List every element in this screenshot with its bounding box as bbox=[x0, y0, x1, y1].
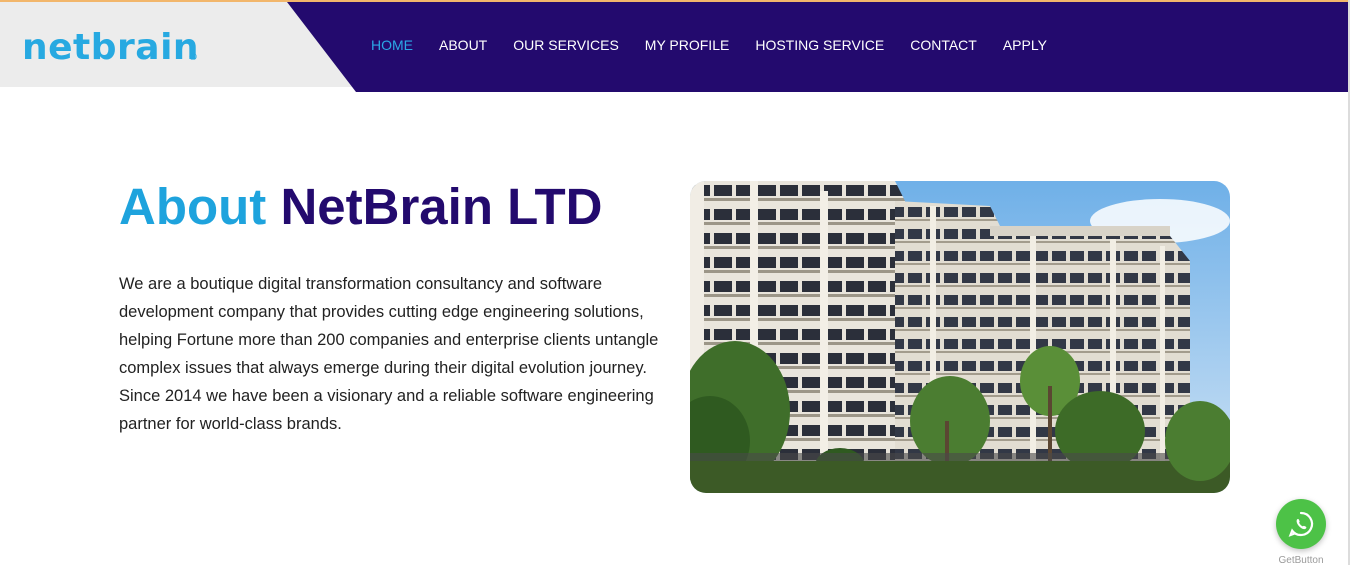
whatsapp-caption: GetButton bbox=[1278, 555, 1324, 565]
nav-item-apply[interactable]: APPLY bbox=[1003, 37, 1047, 53]
page-title: About NetBrain LTD bbox=[119, 176, 603, 237]
nav-item-my-profile[interactable]: MY PROFILE bbox=[645, 37, 730, 53]
title-accent: About bbox=[119, 178, 267, 235]
nav-item-contact[interactable]: CONTACT bbox=[910, 37, 977, 53]
about-description: We are a boutique digital transformation… bbox=[119, 275, 659, 433]
copyright-icon: © bbox=[188, 52, 198, 63]
nav-item-home[interactable]: HOME bbox=[371, 37, 413, 53]
title-main: NetBrain LTD bbox=[280, 178, 603, 235]
nav-item-about[interactable]: ABOUT bbox=[439, 37, 487, 53]
whatsapp-chat-button[interactable] bbox=[1276, 499, 1326, 549]
main-nav: HOME ABOUT OUR SERVICES MY PROFILE HOSTI… bbox=[371, 37, 1073, 53]
whatsapp-icon bbox=[1288, 511, 1314, 537]
nav-item-our-services[interactable]: OUR SERVICES bbox=[513, 37, 619, 53]
site-logo[interactable]: netbrain © bbox=[22, 30, 199, 66]
site-header: netbrain © HOME ABOUT OUR SERVICES MY PR… bbox=[0, 2, 1350, 92]
page: netbrain © HOME ABOUT OUR SERVICES MY PR… bbox=[0, 0, 1350, 565]
office-building-photo bbox=[690, 181, 1230, 493]
logo-text: netbrain bbox=[22, 27, 200, 68]
nav-item-hosting-service[interactable]: HOSTING SERVICE bbox=[755, 37, 884, 53]
